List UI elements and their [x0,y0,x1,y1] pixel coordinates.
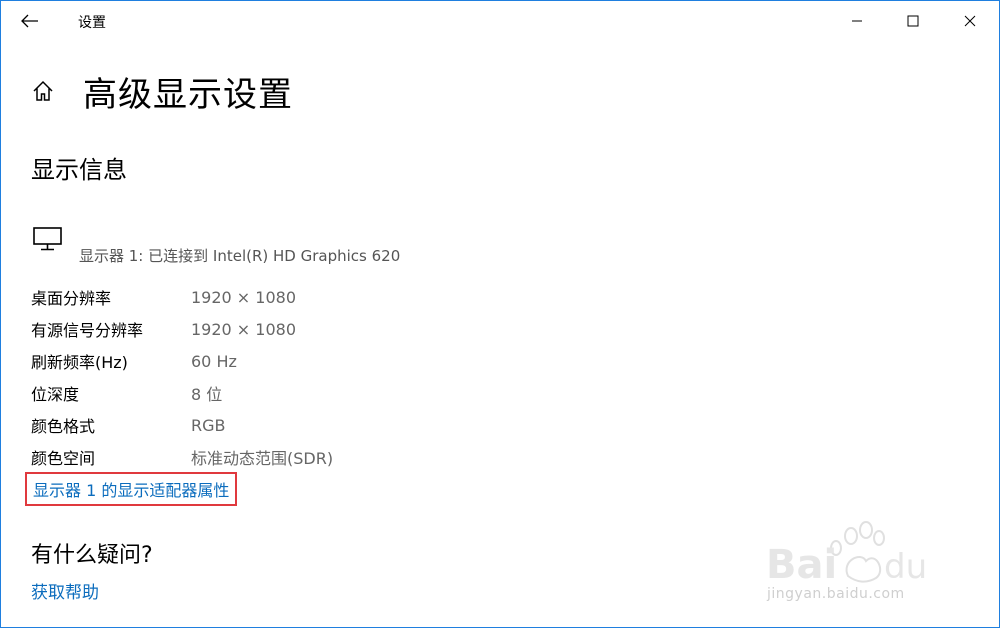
home-button[interactable] [29,77,57,105]
info-value: RGB [191,415,226,435]
info-row-desktop-resolution: 桌面分辨率 1920 × 1080 [31,281,333,313]
watermark-url: jingyan.baidu.com [767,586,905,602]
title-bar: 设置 [1,1,999,41]
info-value: 标准动态范围(SDR) [191,449,334,468]
info-label: 刷新频率(Hz) [31,353,128,372]
info-row-color-space: 颜色空间 标准动态范围(SDR) [31,441,333,473]
close-icon [964,15,976,27]
info-row-refresh-rate: 刷新频率(Hz) 60 Hz [31,345,333,377]
back-button[interactable] [15,7,45,35]
page-title: 高级显示设置 [83,75,293,115]
info-value: 60 Hz [191,351,237,371]
faq-heading: 有什么疑问? [31,543,153,568]
minimize-button[interactable] [834,1,880,41]
info-row-active-signal-resolution: 有源信号分辨率 1920 × 1080 [31,313,333,345]
monitor-icon [33,227,62,251]
info-label: 有源信号分辨率 [31,321,144,340]
back-arrow-icon [21,14,38,28]
maximize-button[interactable] [890,1,936,41]
svg-text:du: du [884,547,927,587]
info-label: 位深度 [31,385,80,404]
home-icon [33,80,53,101]
display-info-heading: 显示信息 [31,156,127,184]
maximize-icon [907,15,919,27]
window-title: 设置 [78,15,106,31]
minimize-icon [852,20,862,22]
display-info-table: 桌面分辨率 1920 × 1080 有源信号分辨率 1920 × 1080 刷新… [31,281,333,473]
info-value: 1920 × 1080 [191,287,297,307]
svg-text:Bai: Bai [766,542,837,588]
info-label: 颜色空间 [31,449,96,468]
display-adapter-properties-link[interactable]: 显示器 1 的显示适配器属性 [25,472,238,506]
info-label: 桌面分辨率 [31,289,112,308]
get-help-link[interactable]: 获取帮助 [31,578,99,603]
info-row-color-format: 颜色格式 RGB [31,409,333,441]
info-value: 8 位 [191,385,223,404]
info-value: 1920 × 1080 [191,319,297,339]
info-row-bit-depth: 位深度 8 位 [31,377,333,409]
settings-window: 设置 高级显示设置 显示信息 显示器 1: 已连接到 Intel(R) HD G… [0,0,1000,628]
info-label: 颜色格式 [31,417,96,436]
close-button[interactable] [947,1,993,41]
display-description: 显示器 1: 已连接到 Intel(R) HD Graphics 620 [79,247,401,265]
